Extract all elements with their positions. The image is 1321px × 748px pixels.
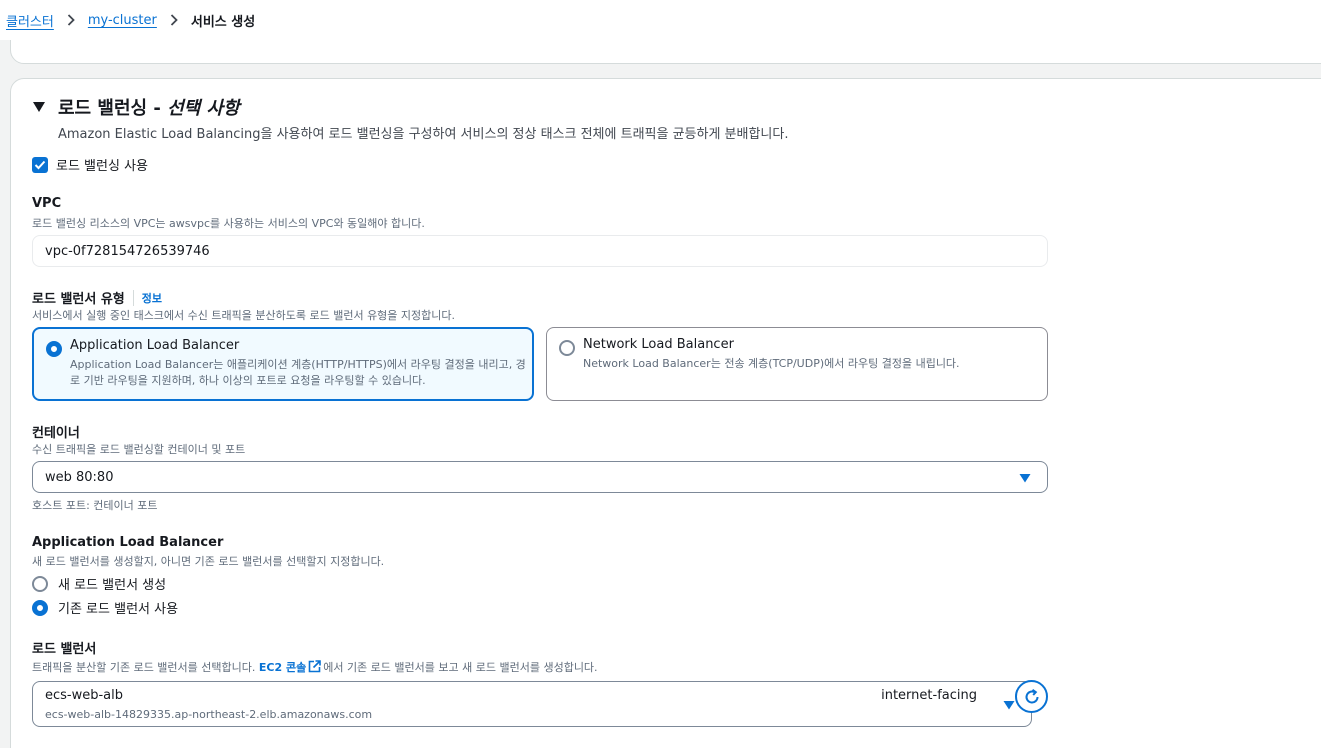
vpc-label: VPC [32, 196, 62, 211]
vpc-value: vpc-0f728154726539746 [45, 243, 210, 259]
container-select-value: web 80:80 [45, 469, 114, 485]
load-balancer-dns: ecs-web-alb-14829335.ap-northeast-2.elb.… [45, 708, 373, 721]
radio-unselected-icon[interactable] [559, 340, 575, 356]
breadcrumb-clusters-link[interactable]: 클러스터 [6, 11, 54, 30]
container-label: 컨테이너 [32, 426, 80, 441]
refresh-icon [1025, 688, 1038, 703]
tile-nlb-description: Network Load Balancer는 전송 계층(TCP/UDP)에서 … [583, 357, 960, 370]
lb-type-info-link[interactable]: 정보 [132, 289, 162, 306]
chevron-right-icon [60, 12, 82, 28]
load-balancer-select[interactable]: ecs-web-alb ecs-web-alb-14829335.ap-nort… [32, 681, 1032, 727]
vpc-field: vpc-0f728154726539746 [32, 235, 1048, 267]
container-select[interactable]: web 80:80 [32, 461, 1048, 493]
caret-down-icon [1019, 474, 1031, 483]
tile-application-load-balancer[interactable]: Application Load Balancer Application Lo… [32, 327, 534, 401]
container-hint: 호스트 포트: 컨테이너 포트 [32, 499, 158, 512]
load-balancer-description: 트래픽을 분산할 기존 로드 밸런서를 선택합니다. EC2 콘솔 에서 기존 로… [32, 660, 598, 674]
lb-type-label-row: 로드 밸런서 유형 정보 [32, 288, 162, 307]
alb-description: 새 로드 밸런서를 생성할지, 아니면 기존 로드 밸런서를 선택할지 지정합니… [32, 555, 385, 568]
breadcrumb-bar: 클러스터 my-cluster 서비스 생성 [0, 0, 1321, 40]
container-description: 수신 트래픽을 로드 밸런싱할 컨테이너 및 포트 [32, 443, 246, 456]
refresh-button[interactable] [1015, 680, 1048, 713]
use-load-balancing-label: 로드 밸런싱 사용 [56, 159, 148, 174]
load-balancer-name: ecs-web-alb [45, 688, 124, 703]
radio-selected-icon[interactable] [32, 599, 48, 616]
section-title: 로드 밸런싱 - 선택 사항 [58, 98, 240, 119]
tile-network-load-balancer[interactable]: Network Load Balancer Network Load Balan… [546, 327, 1048, 401]
checkbox-checked-icon[interactable] [32, 156, 48, 173]
radio-create-new-lb-label: 새 로드 밸런서 생성 [58, 578, 167, 593]
caret-down-icon [1003, 701, 1015, 710]
radio-selected-icon[interactable] [46, 341, 62, 357]
radio-unselected-icon[interactable] [32, 575, 48, 592]
chevron-right-icon [163, 12, 185, 28]
breadcrumb-my-cluster-link[interactable]: my-cluster [88, 13, 157, 28]
section-title-optional: 선택 사항 [167, 98, 240, 119]
radio-create-new-lb[interactable]: 새 로드 밸런서 생성 [32, 574, 166, 593]
tile-nlb-title: Network Load Balancer [583, 337, 734, 352]
load-balancing-section: 로드 밸런싱 - 선택 사항 Amazon Elastic Load Balan… [10, 78, 1321, 748]
breadcrumb-current: 서비스 생성 [190, 14, 256, 30]
load-balancer-label: 로드 밸런서 [32, 642, 97, 657]
caret-down-icon[interactable] [32, 101, 46, 113]
tile-alb-description: Application Load Balancer는 애플리케이션 계층(HTT… [70, 358, 526, 387]
load-balancer-scheme: internet-facing [881, 688, 977, 703]
ec2-console-link[interactable]: EC2 콘솔 [259, 660, 323, 674]
vpc-description: 로드 밸런싱 리소스의 VPC는 awsvpc를 사용하는 서비스의 VPC와 … [32, 217, 425, 230]
lb-type-description: 서비스에서 실행 중인 태스크에서 수신 트래픽을 분산하도록 로드 밸런서 유… [32, 309, 456, 322]
section-description: Amazon Elastic Load Balancing을 사용하여 로드 밸… [58, 127, 789, 142]
section-header[interactable]: 로드 밸런싱 - 선택 사항 [32, 94, 240, 120]
radio-use-existing-lb-label: 기존 로드 밸런서 사용 [58, 602, 179, 617]
tile-alb-title: Application Load Balancer [70, 338, 240, 353]
alb-label: Application Load Balancer [32, 535, 224, 550]
lb-type-label: 로드 밸런서 유형 [32, 292, 125, 307]
radio-use-existing-lb[interactable]: 기존 로드 밸런서 사용 [32, 598, 178, 617]
external-link-icon [308, 660, 322, 673]
breadcrumb: 클러스터 my-cluster 서비스 생성 [6, 10, 255, 30]
use-load-balancing-checkbox[interactable]: 로드 밸런싱 사용 [32, 155, 148, 174]
